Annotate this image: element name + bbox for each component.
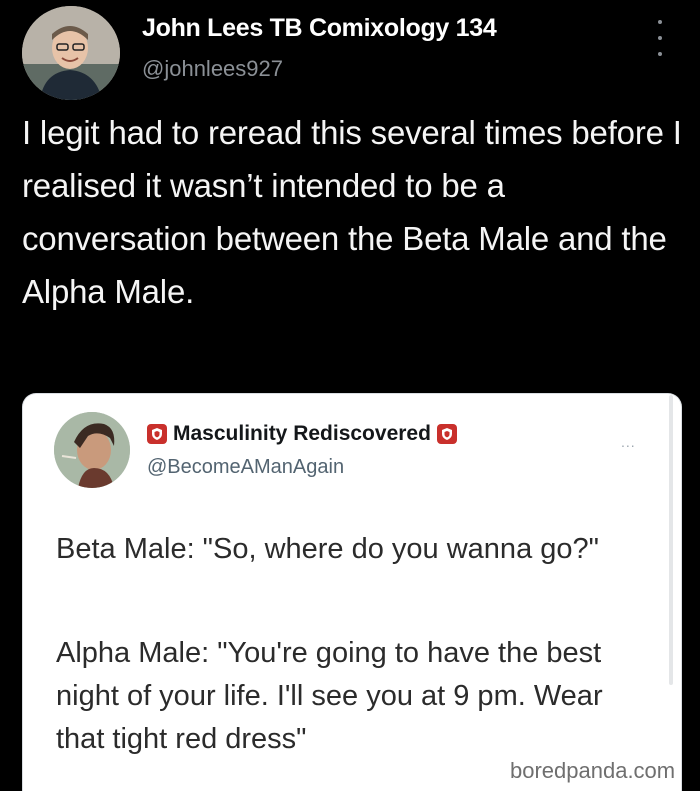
quoted-text-line: Alpha Male: "You're going to have the be… bbox=[56, 637, 603, 755]
more-options-icon[interactable]: ... bbox=[621, 434, 636, 450]
shield-emblem-icon bbox=[147, 424, 167, 444]
user-avatar[interactable] bbox=[22, 6, 120, 100]
vertical-more-icon[interactable] bbox=[652, 20, 668, 56]
author-display-name[interactable]: John Lees TB Comixology 134 bbox=[142, 14, 497, 43]
screenshot-frame: John Lees TB Comixology 134 @johnlees927… bbox=[0, 0, 700, 791]
shield-emblem-icon bbox=[436, 424, 457, 444]
more-dot bbox=[658, 36, 662, 40]
more-dot bbox=[658, 20, 662, 24]
watermark: boredpanda.com bbox=[506, 757, 680, 785]
author-handle[interactable]: @johnlees927 bbox=[142, 56, 283, 82]
more-dot bbox=[658, 52, 662, 56]
quoted-text-line: Beta Male: "So, where do you wanna go?" bbox=[56, 533, 599, 565]
quoted-user-avatar[interactable] bbox=[54, 412, 130, 488]
scrollbar[interactable] bbox=[669, 395, 673, 685]
quoted-tweet-card[interactable]: Masculinity Rediscovered @BecomeAManAgai… bbox=[22, 393, 682, 791]
avatar-photo-icon bbox=[54, 412, 130, 488]
quoted-name-row[interactable]: Masculinity Rediscovered bbox=[147, 422, 457, 446]
quoted-display-name: Masculinity Rediscovered bbox=[173, 422, 431, 445]
tweet-text: I legit had to reread this several times… bbox=[22, 114, 682, 310]
avatar-photo-icon bbox=[22, 6, 120, 100]
quoted-handle[interactable]: @BecomeAManAgain bbox=[147, 456, 344, 479]
